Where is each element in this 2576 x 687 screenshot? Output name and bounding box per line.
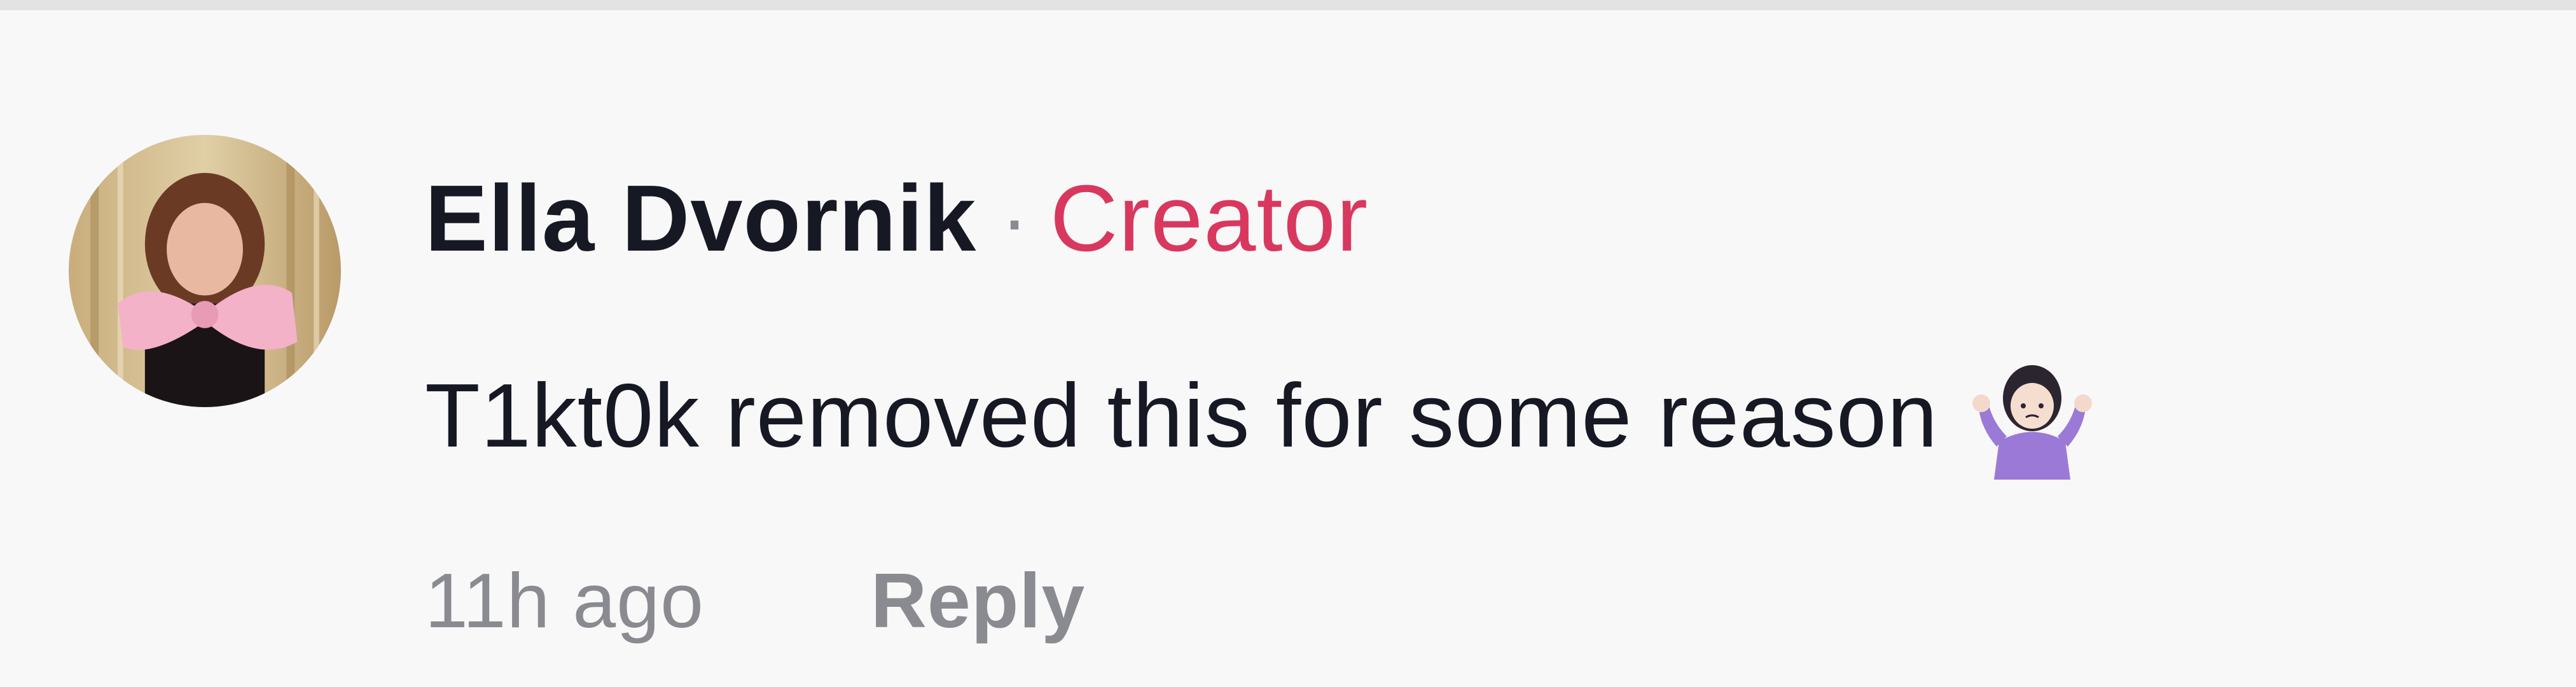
comment-item: Ella Dvornik · Creator T1kt0k removed th… [0,10,2576,687]
reply-button[interactable]: Reply [871,556,1085,645]
avatar-image [69,135,341,407]
timestamp: 11h ago [425,557,704,644]
comment-body: T1kt0k removed this for some reason [425,359,2096,480]
creator-badge: Creator [1049,166,1369,271]
shrug-emoji-icon [1969,352,2096,480]
top-divider [0,0,2576,10]
avatar[interactable] [69,135,341,407]
separator-dot: · [1001,172,1028,265]
comment-meta: 11h ago Reply [425,550,1085,651]
author-name[interactable]: Ella Dvornik [425,165,976,273]
comment-text: T1kt0k removed this for some reason [425,365,1938,466]
comment-header: Ella Dvornik · Creator [425,162,1368,276]
